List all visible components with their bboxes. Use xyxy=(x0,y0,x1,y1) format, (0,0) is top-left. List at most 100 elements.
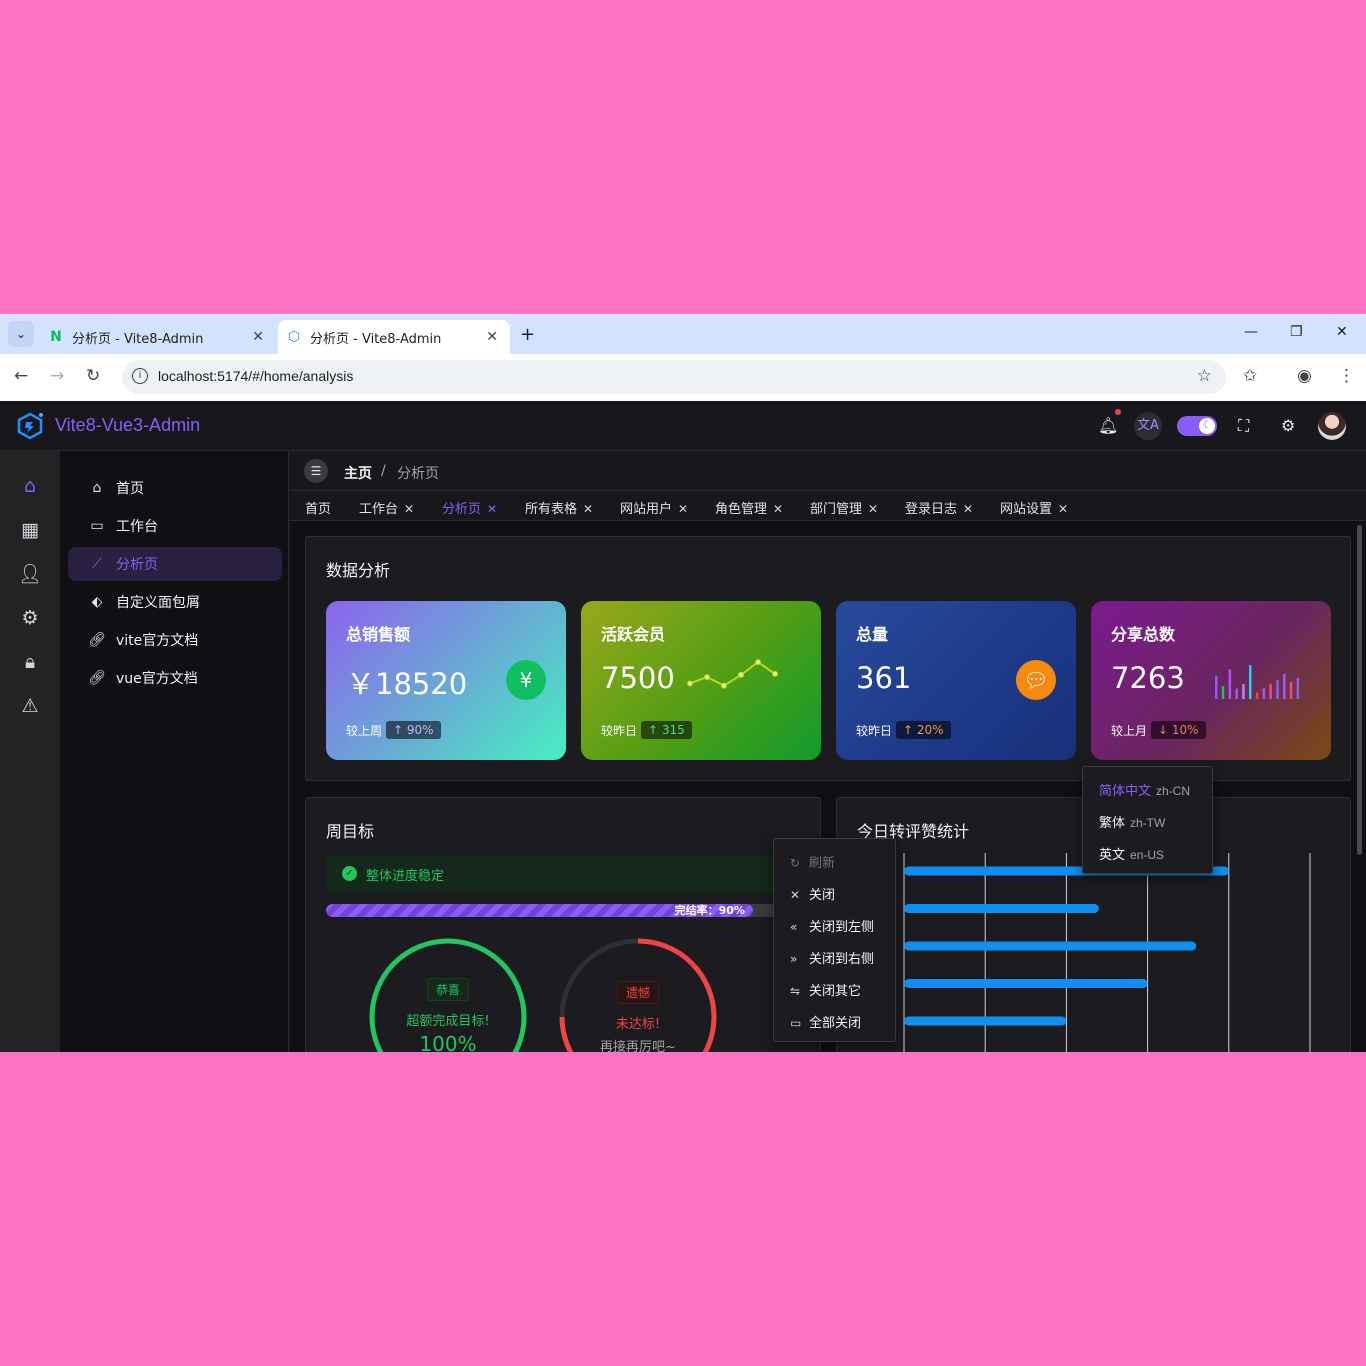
stat-compare-label: 较上月 xyxy=(1111,723,1148,738)
sidebar-item-vite-docs[interactable]: 🔗︎ vite官方文档 xyxy=(68,623,282,657)
close-window-icon[interactable]: ✕ xyxy=(1336,324,1348,340)
stat-card-members: 活跃会员 7500 较昨日 ↑ 315 xyxy=(581,601,821,760)
success-tag: 恭喜 xyxy=(426,978,470,1001)
browser-tabstrip: ⌄ N 分析页 - Vite8-Admin ✕ ⬡ 分析页 - Vite8-Ad… xyxy=(0,314,1366,354)
breadcrumb-home[interactable]: 主页 xyxy=(344,463,372,483)
bookmark-star-icon[interactable]: ☆ xyxy=(1197,366,1212,386)
reload-icon[interactable]: ↻ xyxy=(86,366,100,386)
extensions-icon[interactable]: ✩ xyxy=(1243,366,1257,386)
mini-bar xyxy=(1276,679,1279,699)
address-bar[interactable]: i localhost:5174/#/home/analysis ☆ xyxy=(122,360,1226,394)
mini-bar xyxy=(1289,682,1293,699)
tag-site-users[interactable]: 网站用户 ✕ xyxy=(620,498,688,517)
mini-bar-chart xyxy=(1215,665,1300,699)
lang-label: 繁体 xyxy=(1099,816,1126,831)
tab-context-menu: ↻ 刷新 ✕ 关闭 « 关闭到左侧 » 关闭到右侧 ⇋ 关闭其它 ▭ 全部关闭 xyxy=(773,838,896,1042)
ring-subtext: 再接再厉吧~ xyxy=(600,1040,676,1052)
yuan-icon: ¥ xyxy=(506,660,546,700)
close-icon[interactable]: ✕ xyxy=(678,502,688,516)
close-icon[interactable]: ✕ xyxy=(963,502,973,516)
settings-gear-icon[interactable]: ⚙ xyxy=(1281,416,1295,435)
ring-text: 未达标! xyxy=(615,1017,661,1032)
tag-home[interactable]: 首页 xyxy=(305,498,331,517)
sidebar-item-custom-breadcrumb[interactable]: ⬖ 自定义面包屑 xyxy=(68,585,282,619)
ctx-close-all[interactable]: ▭ 全部关闭 xyxy=(790,1012,861,1031)
site-info-icon[interactable]: i xyxy=(132,368,148,384)
stat-compare-label: 较昨日 xyxy=(601,723,638,738)
back-arrow-icon[interactable]: ← xyxy=(14,366,28,386)
ctx-close-right[interactable]: » 关闭到右侧 xyxy=(790,948,874,967)
sidebar-item-workbench[interactable]: ▭ 工作台 xyxy=(68,509,282,543)
app-header: Vite8-Vue3-Admin 🔔︎ 文A ☾ ⛶ ⚙ xyxy=(0,401,1366,451)
lang-option-zh-cn[interactable]: 简体中文 zh-CN xyxy=(1099,780,1190,799)
lang-label: 英文 xyxy=(1099,848,1126,863)
profile-icon[interactable]: ◉ xyxy=(1297,366,1312,386)
avatar[interactable] xyxy=(1318,412,1346,440)
close-icon[interactable]: ✕ xyxy=(583,502,593,516)
browser-window: ⌄ N 分析页 - Vite8-Admin ✕ ⬡ 分析页 - Vite8-Ad… xyxy=(0,314,1366,1052)
refresh-icon: ↻ xyxy=(790,856,801,870)
lang-option-zh-tw[interactable]: 繁体 zh-TW xyxy=(1099,812,1165,831)
tag-workbench[interactable]: 工作台 ✕ xyxy=(359,498,414,517)
grid-icon[interactable]: ▦ xyxy=(18,518,42,542)
tag-analysis[interactable]: 分析页 ✕ xyxy=(442,498,498,523)
sidebar-item-analysis[interactable]: ⟋ 分析页 xyxy=(68,547,282,581)
lang-option-en-us[interactable]: 英文 en-US xyxy=(1099,844,1164,863)
vite-logo-icon: ⬡ xyxy=(287,329,301,345)
icon-rail: ⌂ ▦ 👤︎ ⚙ 🔒︎ ⚠ xyxy=(0,451,60,1052)
weekly-goal-panel: 周目标 ✓ 整体进度稳定 ✕ 完结率：90% 恭喜 超额完成目标! 100% 遗… xyxy=(305,797,821,1052)
stat-compare-label: 较昨日 xyxy=(856,723,893,738)
close-tab-icon[interactable]: ✕ xyxy=(486,329,498,345)
ctx-refresh[interactable]: ↻ 刷新 xyxy=(790,852,835,871)
close-icon[interactable]: ✕ xyxy=(404,502,414,516)
ctx-close-left[interactable]: « 关闭到左侧 xyxy=(790,916,874,935)
theme-toggle[interactable]: ☾ xyxy=(1177,416,1217,436)
new-tab-plus-icon[interactable]: + xyxy=(520,324,535,345)
close-icon[interactable]: ✕ xyxy=(773,502,783,516)
tag-login-log[interactable]: 登录日志 ✕ xyxy=(905,498,973,517)
tag-tables[interactable]: 所有表格 ✕ xyxy=(525,498,593,517)
bell-icon[interactable]: 🔔︎ xyxy=(1098,416,1118,435)
forward-arrow-icon[interactable]: → xyxy=(50,366,64,386)
tag-departments[interactable]: 部门管理 ✕ xyxy=(810,498,878,517)
restore-icon[interactable]: ❐ xyxy=(1290,324,1303,340)
minimize-icon[interactable]: — xyxy=(1244,324,1258,340)
fullscreen-icon[interactable]: ⛶ xyxy=(1238,416,1249,436)
stat-card-shares: 分享总数 7263 较上月 ↓ 10% xyxy=(1091,601,1331,760)
goal-ring-fail: 遗憾 未达标! 再接再厉吧~ xyxy=(558,937,718,1052)
progress-text: 完结率：90% xyxy=(674,904,745,917)
tag-label: 工作台 xyxy=(359,502,399,517)
menu-collapse-icon[interactable]: ☰ xyxy=(304,459,328,483)
ctx-label: 关闭到左侧 xyxy=(809,920,875,935)
url-text[interactable]: localhost:5174/#/home/analysis xyxy=(158,368,353,384)
stat-card-sales: 总销售额 ￥18520 ¥ 较上周 ↑ 90% xyxy=(326,601,566,760)
close-icon[interactable]: ✕ xyxy=(487,502,497,516)
close-tab-icon[interactable]: ✕ xyxy=(252,329,264,345)
lock-icon[interactable]: 🔒︎ xyxy=(18,650,42,674)
close-icon[interactable]: ✕ xyxy=(1058,502,1068,516)
translate-icon[interactable]: 文A xyxy=(1134,412,1162,440)
more-menu-icon[interactable]: ⋮ xyxy=(1338,366,1355,386)
close-icon[interactable]: ✕ xyxy=(868,502,878,516)
scrollbar[interactable] xyxy=(1357,525,1362,855)
double-right-icon: » xyxy=(790,952,798,966)
stat-compare: 较昨日 ↑ 315 xyxy=(601,721,692,739)
sparkline-point xyxy=(721,682,727,689)
browser-tab-active[interactable]: ⬡ 分析页 - Vite8-Admin ✕ xyxy=(278,320,510,354)
breadcrumb-separator: / xyxy=(381,463,386,479)
bar xyxy=(904,904,1099,913)
ctx-close-others[interactable]: ⇋ 关闭其它 xyxy=(790,980,861,999)
sidebar-item-label: 工作台 xyxy=(116,519,158,535)
home-icon[interactable]: ⌂ xyxy=(18,474,42,498)
browser-tab[interactable]: N 分析页 - Vite8-Admin ✕ xyxy=(40,320,276,354)
sidebar-item-vue-docs[interactable]: 🔗︎ vue官方文档 xyxy=(68,661,282,695)
user-icon[interactable]: 👤︎ xyxy=(18,562,42,586)
sparkline-point xyxy=(738,671,744,678)
tab-search-chevron-icon[interactable]: ⌄ xyxy=(8,321,34,347)
sidebar-item-home[interactable]: ⌂ 首页 xyxy=(68,471,282,505)
tag-site-settings[interactable]: 网站设置 ✕ xyxy=(1000,498,1068,517)
tag-roles[interactable]: 角色管理 ✕ xyxy=(715,498,783,517)
ctx-close[interactable]: ✕ 关闭 xyxy=(790,884,835,903)
settings-gear-icon[interactable]: ⚙ xyxy=(18,606,42,630)
warning-icon[interactable]: ⚠ xyxy=(18,694,42,718)
